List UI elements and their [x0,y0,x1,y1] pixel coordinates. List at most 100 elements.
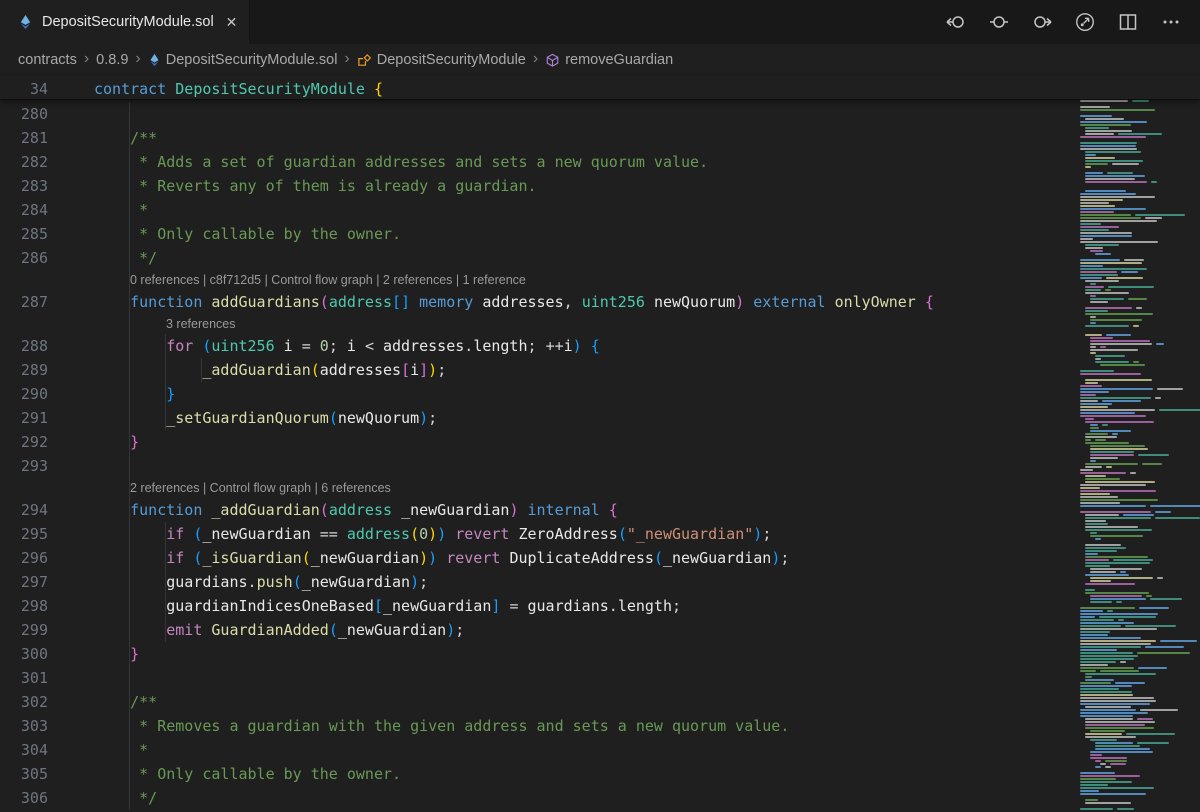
minimap-line [1090,577,1153,579]
line-number[interactable]: 288 [0,334,48,358]
minimap-line [1133,325,1139,327]
minimap-line [1085,439,1091,441]
minimap-line [1080,199,1123,201]
code-text[interactable]: _setGuardianQuorum(newQuorum); [94,406,437,430]
code-text[interactable]: * Only callable by the owner. [94,222,401,246]
navigate-forward-circle-icon[interactable] [1031,11,1053,33]
breadcrumb-item-depositsecuritymodule-sol[interactable]: DepositSecurityModule.sol [148,52,338,68]
code-text[interactable]: _addGuardian(addresses[i]); [94,358,446,382]
line-number[interactable]: 304 [0,738,48,762]
minimap-line [1123,514,1154,516]
run-graph-icon[interactable] [1074,11,1096,33]
line-number[interactable]: 305 [0,762,48,786]
line-number[interactable]: 282 [0,150,48,174]
code-text[interactable]: guardianIndicesOneBased[_newGuardian] = … [94,594,681,618]
minimap-line [1133,361,1139,363]
minimap-line [1085,592,1149,594]
line-number[interactable]: 285 [0,222,48,246]
code-text[interactable]: guardians.push(_newGuardian); [94,570,428,594]
minimap-line [1090,739,1117,741]
line-number[interactable]: 295 [0,522,48,546]
minimap-line [1137,718,1154,720]
line-number[interactable]: 293 [0,454,48,478]
split-editor-icon[interactable] [1117,11,1139,33]
code-text[interactable]: if (_isGuardian(_newGuardian)) revert Du… [94,546,789,570]
minimap-line [1090,460,1096,462]
minimap[interactable] [1075,76,1200,812]
code-text[interactable]: } [94,382,175,406]
minimap-line [1080,502,1120,504]
line-number[interactable]: 290 [0,382,48,406]
minimap-line [1090,580,1111,582]
code-text[interactable]: function addGuardians(address[] memory a… [94,290,934,314]
code-text[interactable]: for (uint256 i = 0; i < addresses.length… [94,334,600,358]
line-number[interactable]: 300 [0,642,48,666]
line-number[interactable]: 287 [0,290,48,314]
minimap-line [1090,751,1153,753]
code-text[interactable]: /** [94,690,157,714]
minimap-line [1080,205,1115,207]
line-number[interactable]: 299 [0,618,48,642]
breadcrumb-item-0-8-9[interactable]: 0.8.9 [96,52,128,68]
code-text[interactable]: * [94,738,148,762]
line-number[interactable]: 284 [0,198,48,222]
breadcrumb-item-removeguardian[interactable]: removeGuardian [545,52,673,68]
line-number[interactable]: 297 [0,570,48,594]
code-text[interactable]: * [94,198,148,222]
line-number[interactable]: 298 [0,594,48,618]
codelens-links[interactable]: 3 references [166,316,235,332]
code-text[interactable]: if (_newGuardian == address(0)) revert Z… [94,522,771,546]
code-text[interactable]: emit GuardianAdded(_newGuardian); [94,618,464,642]
minimap-line [1090,250,1103,252]
minimap-line [1080,409,1155,411]
codelens-links[interactable]: 2 references | Control flow graph | 6 re… [130,480,391,496]
minimap-line [1090,532,1097,534]
minimap-line [1085,247,1103,249]
minimap-line [1080,499,1158,501]
minimap-line [1159,409,1200,411]
code-text[interactable]: /** [94,126,157,150]
minimap-line [1085,802,1131,804]
minimap-line [1157,388,1183,390]
code-text[interactable]: } [94,642,139,666]
circle-marker-icon[interactable] [988,11,1010,33]
line-number[interactable]: 302 [0,690,48,714]
minimap-line [1085,466,1102,468]
code-text[interactable]: * Only callable by the owner. [94,762,401,786]
code-text[interactable]: */ [94,246,157,270]
code-text[interactable]: function _addGuardian(address _newGuardi… [94,498,618,522]
minimap-line [1085,559,1109,561]
line-number[interactable]: 303 [0,714,48,738]
line-number[interactable]: 283 [0,174,48,198]
line-number[interactable]: 306 [0,786,48,810]
line-number[interactable]: 294 [0,498,48,522]
breadcrumb-label: removeGuardian [565,52,673,68]
code-text[interactable]: * Adds a set of guardian addresses and s… [94,150,708,174]
line-number[interactable]: 280 [0,102,48,126]
code-text[interactable]: } [94,430,139,454]
breadcrumb-item-contracts[interactable]: contracts [18,52,77,68]
minimap-line [1080,262,1142,264]
line-number[interactable]: 296 [0,546,48,570]
breadcrumb-item-depositsecuritymodule[interactable]: DepositSecurityModule [357,52,526,68]
minimap-line [1085,310,1108,312]
line-number[interactable]: 301 [0,666,48,690]
code-text[interactable]: */ [94,786,157,810]
line-number[interactable]: 291 [0,406,48,430]
vscode-editor-window: { "tab_bar": { "tab": { "title": "Deposi… [0,0,1200,812]
codelens-links[interactable]: 0 references | c8f712d5 | Control flow g… [130,272,526,288]
close-icon[interactable]: ✕ [223,13,241,31]
line-number[interactable]: 281 [0,126,48,150]
sticky-scroll-line[interactable]: 34contract DepositSecurityModule { [0,76,1200,100]
line-number[interactable]: 292 [0,430,48,454]
tab-depositsecuritymodule[interactable]: DepositSecurityModule.sol ✕ [0,0,250,44]
code-text[interactable]: * Reverts any of them is already a guard… [94,174,537,198]
line-number[interactable]: 286 [0,246,48,270]
minimap-line [1102,424,1108,426]
minimap-line [1106,466,1112,468]
minimap-line [1080,412,1135,414]
navigate-back-circle-icon[interactable] [945,11,967,33]
line-number[interactable]: 289 [0,358,48,382]
more-actions-icon[interactable] [1160,11,1182,33]
code-text[interactable]: * Removes a guardian with the given addr… [94,714,789,738]
